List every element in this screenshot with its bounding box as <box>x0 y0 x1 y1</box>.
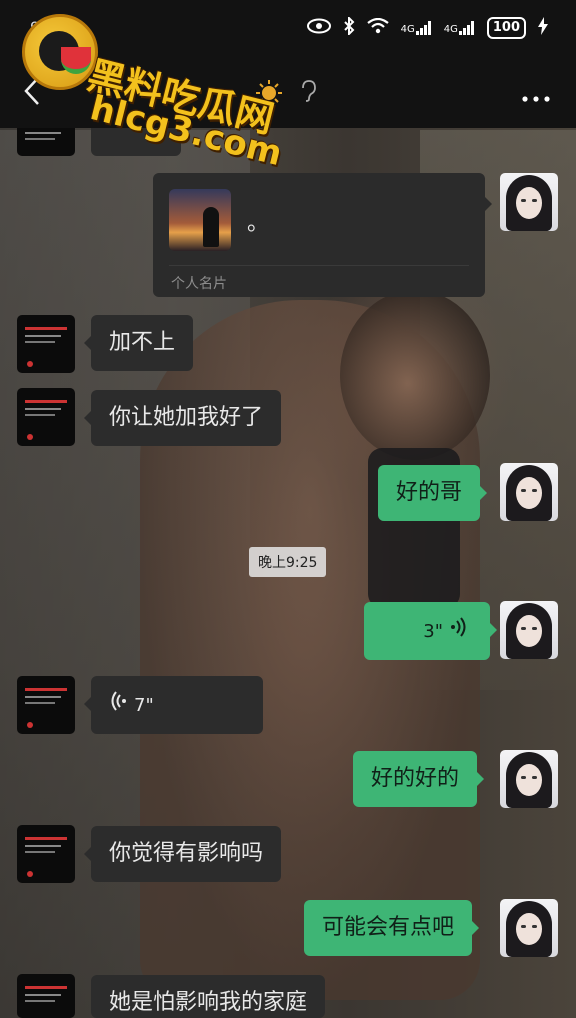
bluetooth-icon <box>343 15 355 39</box>
card-contact-name: 。 <box>247 211 270 236</box>
voice-wave-icon <box>450 602 468 658</box>
charging-icon <box>538 17 548 39</box>
message-timestamp: 晚上9:25 <box>249 547 327 577</box>
message-bubble-incoming[interactable]: 她是怕影响我的家庭 <box>91 975 326 1018</box>
eye-icon <box>306 18 331 38</box>
ear-mode-icon <box>300 80 316 107</box>
chat-background <box>0 0 576 1018</box>
voice-duration: 7" <box>134 695 154 716</box>
card-type-label: 个人名片 <box>171 276 227 292</box>
message-bubble-incoming[interactable]: 你觉得有影响吗 <box>83 826 282 882</box>
contact-avatar[interactable] <box>17 676 75 734</box>
my-avatar[interactable] <box>500 173 558 231</box>
wifi-icon <box>366 17 389 38</box>
contact-avatar[interactable] <box>17 825 75 883</box>
card-divider <box>169 265 469 266</box>
voice-message-outgoing[interactable]: 3" <box>364 602 497 660</box>
contact-card-message[interactable]: 。 个人名片 <box>153 173 492 297</box>
status-icons: 4G 4G 100 <box>306 15 548 39</box>
message-bubble-outgoing[interactable]: 可能会有点吧 <box>304 900 480 956</box>
message-bubble-incoming[interactable]: 加不上 <box>83 315 194 371</box>
signal-icon-1: 4G <box>401 21 432 35</box>
message-bubble-incoming[interactable]: 你让她加我好了 <box>83 390 282 446</box>
contact-avatar[interactable] <box>17 974 75 1018</box>
contact-avatar[interactable] <box>17 388 75 446</box>
my-avatar[interactable] <box>500 899 558 957</box>
my-avatar[interactable] <box>500 750 558 808</box>
voice-message-incoming[interactable]: 7" <box>84 676 263 734</box>
my-avatar[interactable] <box>500 463 558 521</box>
card-thumbnail <box>169 189 231 251</box>
message-bubble-outgoing[interactable]: 好的好的 <box>353 751 485 807</box>
signal-icon-2: 4G <box>444 21 475 35</box>
watermelon-icon <box>61 47 91 74</box>
battery-indicator: 100 <box>486 17 526 39</box>
network-label-2: 4G <box>443 24 458 35</box>
voice-wave-icon <box>109 676 127 732</box>
voice-duration: 3" <box>423 621 443 642</box>
my-avatar[interactable] <box>500 601 558 659</box>
contact-avatar[interactable] <box>17 315 75 373</box>
message-bubble-outgoing[interactable]: 好的哥 <box>378 465 488 521</box>
background-head <box>340 290 490 460</box>
network-label-1: 4G <box>400 24 415 35</box>
more-button[interactable] <box>522 80 550 110</box>
more-icon <box>522 96 550 102</box>
